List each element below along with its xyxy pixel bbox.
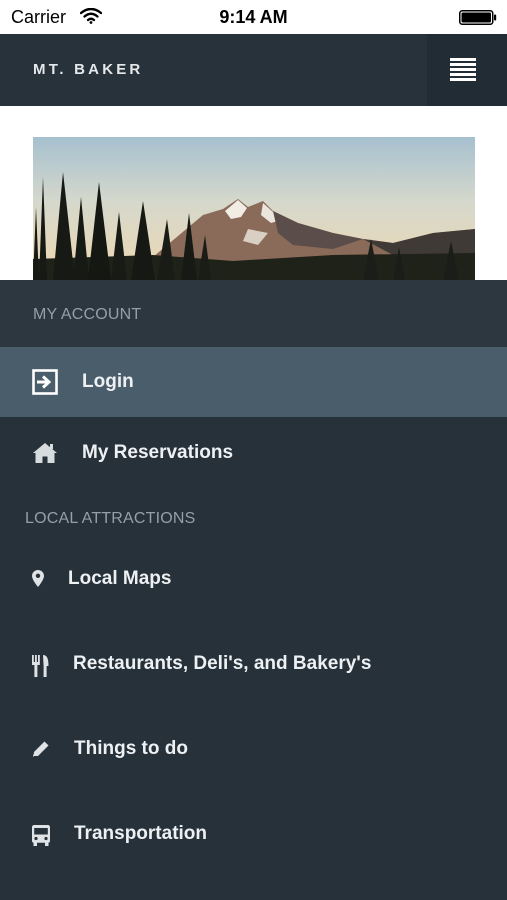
my-account-label: MY ACCOUNT (33, 306, 142, 323)
app-title: MT. BAKER (33, 61, 144, 78)
home-icon (33, 443, 57, 463)
navigation-drawer: MY ACCOUNT Login My Reservations LOCAL A… (0, 280, 507, 900)
fork-knife-icon (32, 655, 49, 677)
menu-button[interactable] (427, 34, 507, 106)
my-account-section-header: MY ACCOUNT (0, 280, 507, 347)
map-pin-icon (32, 570, 44, 587)
hamburger-icon (450, 58, 476, 81)
menu-item-things-to-do[interactable]: Things to do (0, 720, 507, 780)
login-icon (32, 369, 58, 395)
clock-time: 9:14 AM (219, 7, 288, 27)
menu-item-label: Local Maps (68, 568, 172, 589)
menu-item-label: Things to do (74, 738, 188, 759)
pencil-icon (33, 741, 49, 757)
menu-item-local-maps[interactable]: Local Maps (0, 550, 507, 610)
menu-item-label: Login (82, 371, 134, 392)
menu-item-label: Transportation (74, 823, 208, 844)
menu-item-label: My Reservations (82, 442, 234, 463)
menu-item-transportation[interactable]: Transportation (0, 805, 507, 865)
menu-item-label: Restaurants, Deli's, and Bakery's (73, 653, 372, 674)
local-attractions-label: LOCAL ATTRACTIONS (25, 510, 196, 527)
status-bar: Carrier 9:14 AM (0, 0, 507, 34)
menu-item-login[interactable]: Login (0, 347, 507, 417)
content-area (0, 106, 507, 280)
bus-icon (32, 825, 50, 846)
menu-item-my-reservations[interactable]: My Reservations (0, 420, 507, 486)
battery-icon (459, 10, 497, 25)
app-header: MT. BAKER (0, 34, 507, 106)
menu-item-restaurants[interactable]: Restaurants, Deli's, and Bakery's (0, 635, 507, 695)
mountain-landscape-image (33, 137, 475, 280)
